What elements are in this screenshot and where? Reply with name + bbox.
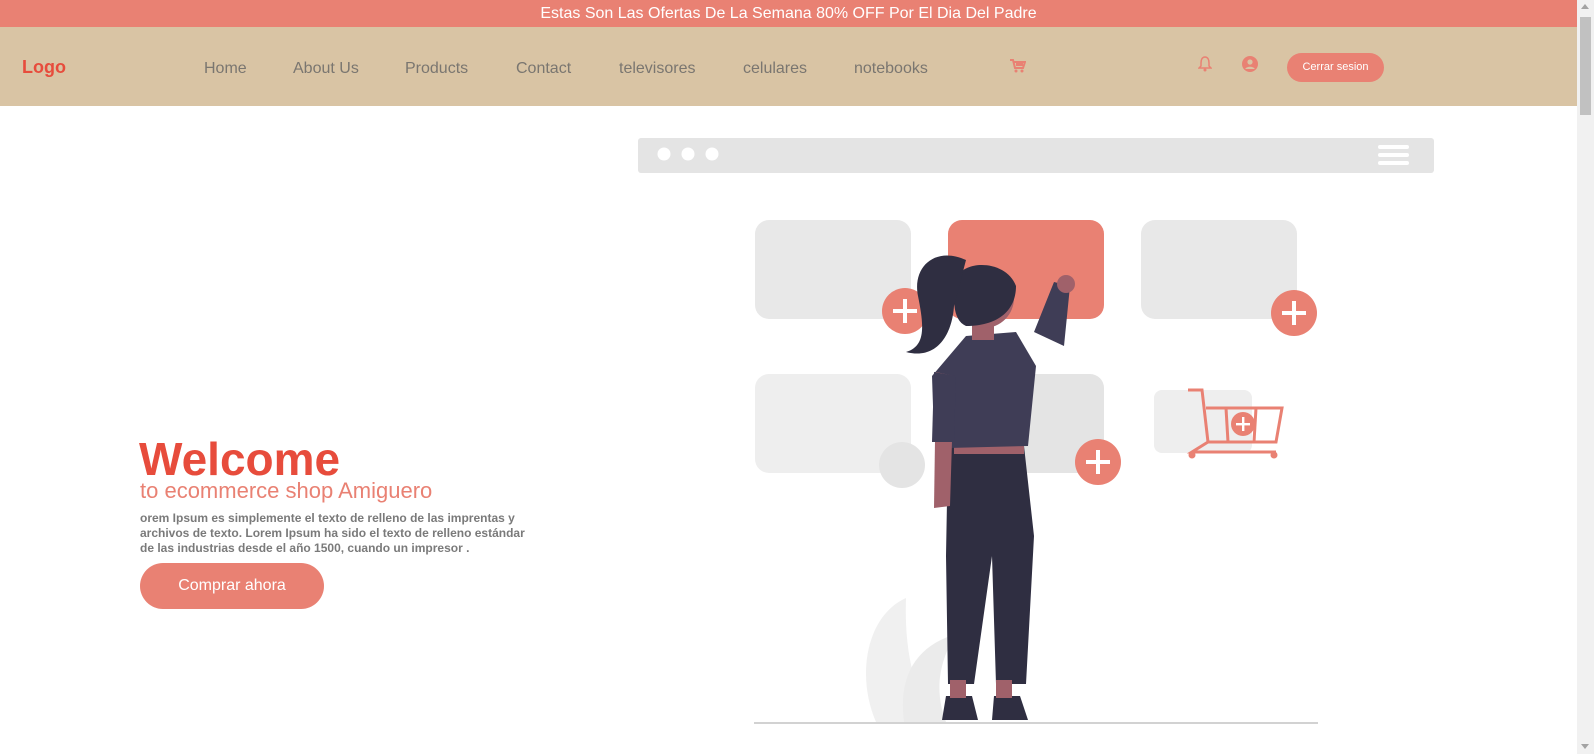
logo[interactable]: Logo (22, 57, 66, 78)
page: Estas Son Las Ofertas De La Semana 80% O… (0, 0, 1594, 754)
hero-description: orem Ipsum es simplemente el texto de re… (140, 511, 525, 555)
header: Logo Home About Us Products Contact tele… (0, 27, 1577, 106)
nav-televisores[interactable]: televisores (619, 60, 695, 78)
vertical-scrollbar[interactable] (1577, 0, 1594, 754)
nav-about-us[interactable]: About Us (293, 60, 359, 78)
promo-banner: Estas Son Las Ofertas De La Semana 80% O… (0, 0, 1577, 27)
nav-contact[interactable]: Contact (516, 60, 571, 78)
shopping-illustration (638, 138, 1434, 724)
bell-icon[interactable] (1197, 56, 1213, 77)
scroll-up-arrow-icon[interactable] (1581, 4, 1589, 9)
nav-products[interactable]: Products (405, 60, 468, 78)
cart-icon[interactable] (1010, 59, 1027, 78)
scroll-thumb[interactable] (1580, 17, 1591, 115)
nav-celulares[interactable]: celulares (743, 60, 807, 78)
scroll-down-arrow-icon[interactable] (1581, 744, 1589, 749)
logout-button[interactable]: Cerrar sesion (1287, 53, 1384, 82)
add-icon (1075, 439, 1121, 485)
nav-home[interactable]: Home (204, 60, 247, 78)
buy-now-button[interactable]: Comprar ahora (140, 563, 324, 609)
user-circle-icon[interactable] (1242, 56, 1258, 77)
nav-notebooks[interactable]: notebooks (854, 60, 928, 78)
add-icon (1271, 290, 1317, 336)
hero-subtitle: to ecommerce shop Amiguero (140, 478, 433, 503)
